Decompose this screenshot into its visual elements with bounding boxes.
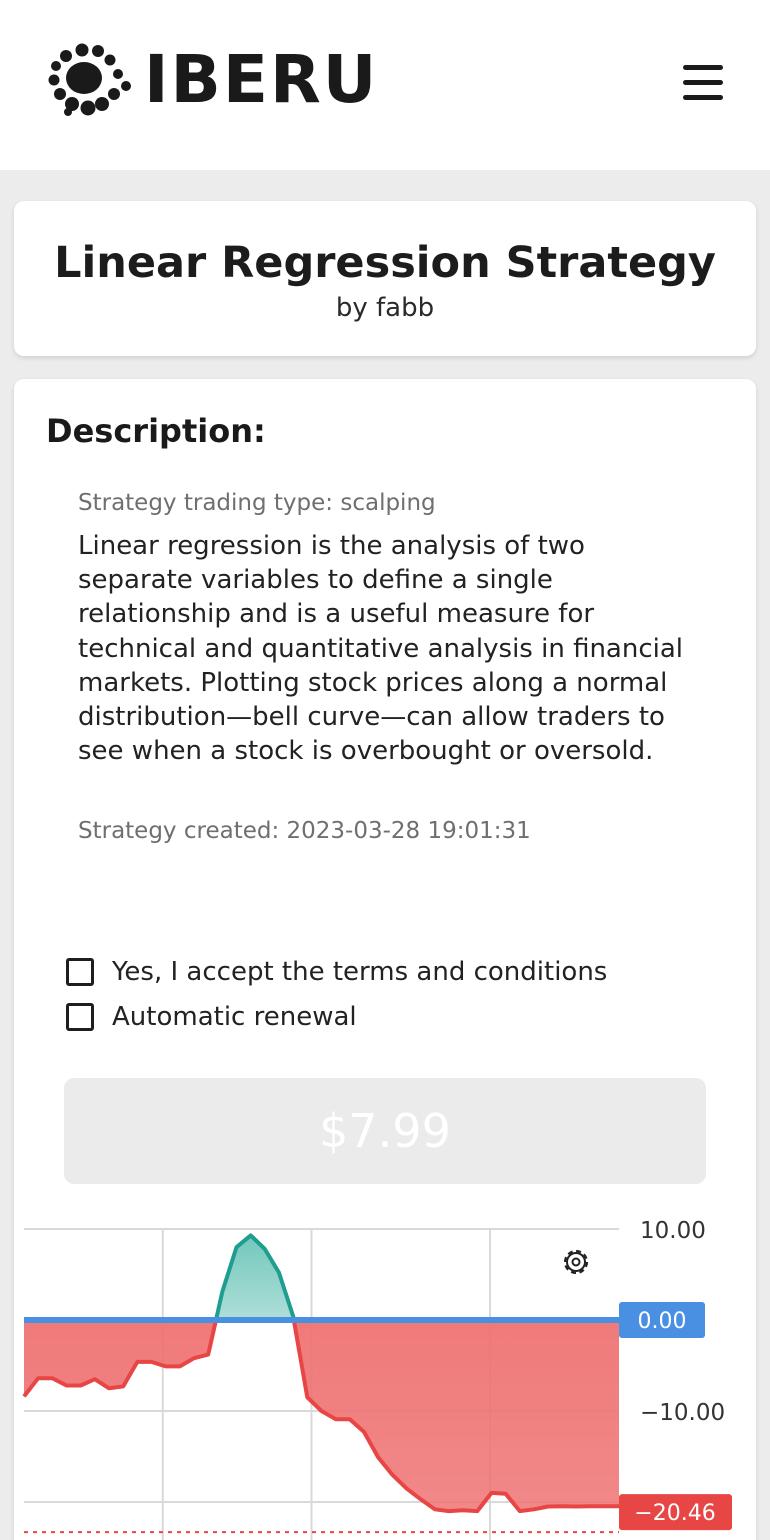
brand-name[interactable]: IBERU [144,44,378,116]
gear-icon[interactable] [563,1249,589,1275]
chart-axis: 10.00 −10.00 0.00 −20.46 [619,1218,732,1531]
ytick-minus10: −10.00 [640,1400,725,1426]
negative-area [24,1320,619,1512]
created-date-label: Strategy created: 2023-03-28 19:01:31 [78,818,531,844]
ytick-10: 10.00 [640,1218,706,1244]
description-heading: Description: [46,412,266,450]
last-value-badge-label: −20.46 [634,1501,715,1526]
accept-terms-checkbox[interactable] [66,958,94,986]
chart-areas [24,1235,619,1512]
pnl-chart[interactable]: 10.00 −10.00 0.00 −20.46 [0,1210,770,1540]
auto-renewal-label[interactable]: Automatic renewal [112,999,357,1035]
positive-area [24,1235,619,1320]
menu-bar [683,65,723,70]
description-text: Linear regression is the analysis of two… [78,531,684,767]
menu-bar [683,95,723,100]
zero-badge-label: 0.00 [638,1309,687,1334]
top-navbar: IBERU [0,0,770,170]
gear-body [566,1252,586,1272]
trading-type-label: Strategy trading type: scalping [78,490,436,516]
accept-terms-row[interactable]: Yes, I accept the terms and conditions [66,952,607,992]
buy-price-button[interactable]: $7.99 [64,1078,706,1184]
auto-renewal-row[interactable]: Automatic renewal [66,997,357,1037]
menu-bar [683,80,723,85]
dots-cluster-logo-icon[interactable] [46,42,132,118]
hamburger-menu-icon[interactable] [680,62,726,104]
accept-terms-label[interactable]: Yes, I accept the terms and conditions [112,954,607,990]
strategy-header-card: Linear Regression Strategy by fabb [14,201,756,356]
page-title: Linear Regression Strategy [54,238,716,288]
author-label: by fabb [335,293,435,323]
auto-renewal-checkbox[interactable] [66,1003,94,1031]
pnl-chart-svg[interactable]: 10.00 −10.00 0.00 −20.46 [0,1210,770,1540]
